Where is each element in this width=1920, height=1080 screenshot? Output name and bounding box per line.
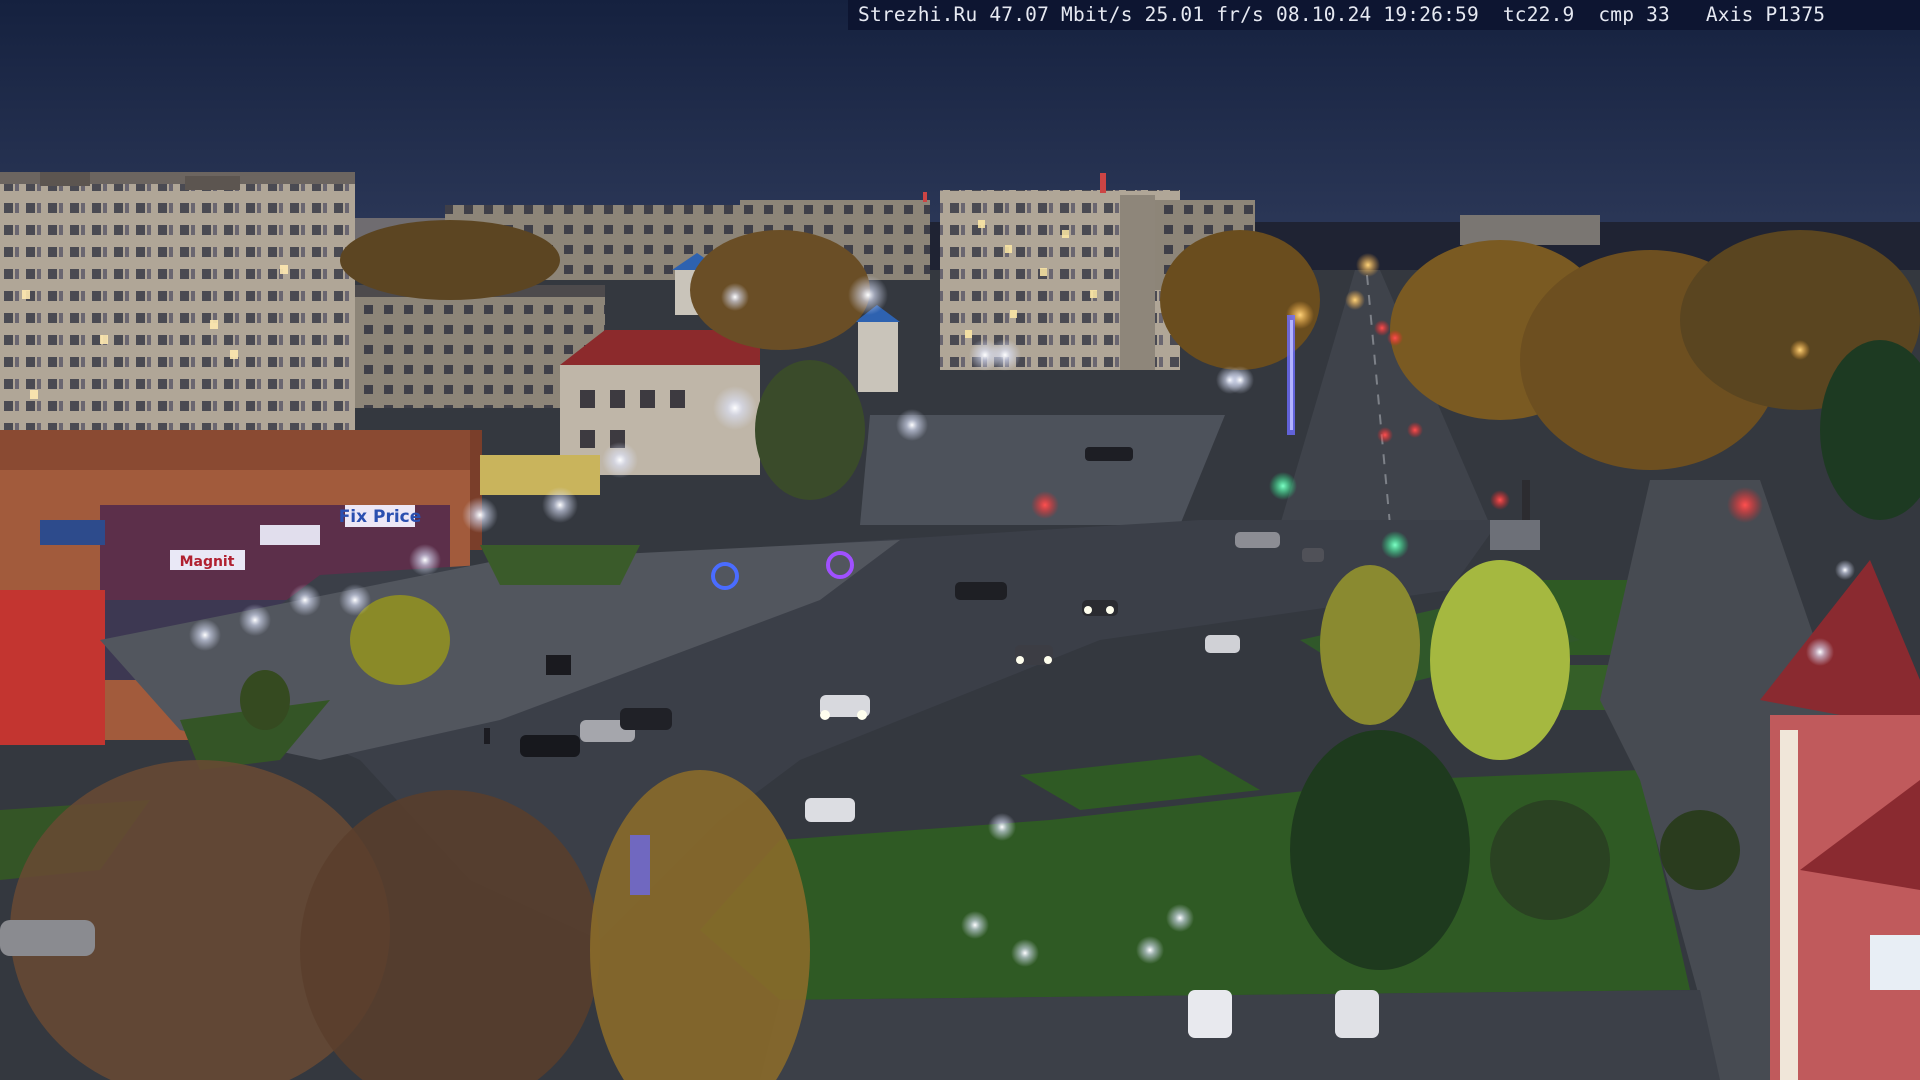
- city-night-scene: Fix Price Magnit: [0, 0, 1920, 1080]
- overlay-camera: Axis P1375: [1705, 3, 1826, 26]
- overlay-datetime: 08.10.24 19:26:59: [1275, 3, 1479, 26]
- store-sign-center: Fix Price: [339, 507, 422, 527]
- webcam-frame: Fix Price Magnit: [0, 0, 1920, 1080]
- overlay-cmp: cmp 33: [1598, 3, 1670, 26]
- overlay-bitrate: 47.07 Mbit/s: [989, 3, 1133, 26]
- yellow-shop: [480, 455, 600, 495]
- overlay-site: Strezhi.Ru: [858, 3, 978, 26]
- camera-info-overlay: Strezhi.Ru 47.07 Mbit/s 25.01 fr/s 08.10…: [848, 0, 1920, 30]
- bottom-parking: [760, 990, 1720, 1080]
- overlay-framerate: 25.01 fr/s: [1144, 3, 1264, 26]
- overlay-tc: tc22.9: [1502, 3, 1575, 26]
- store-sign-left: Magnit: [180, 554, 235, 570]
